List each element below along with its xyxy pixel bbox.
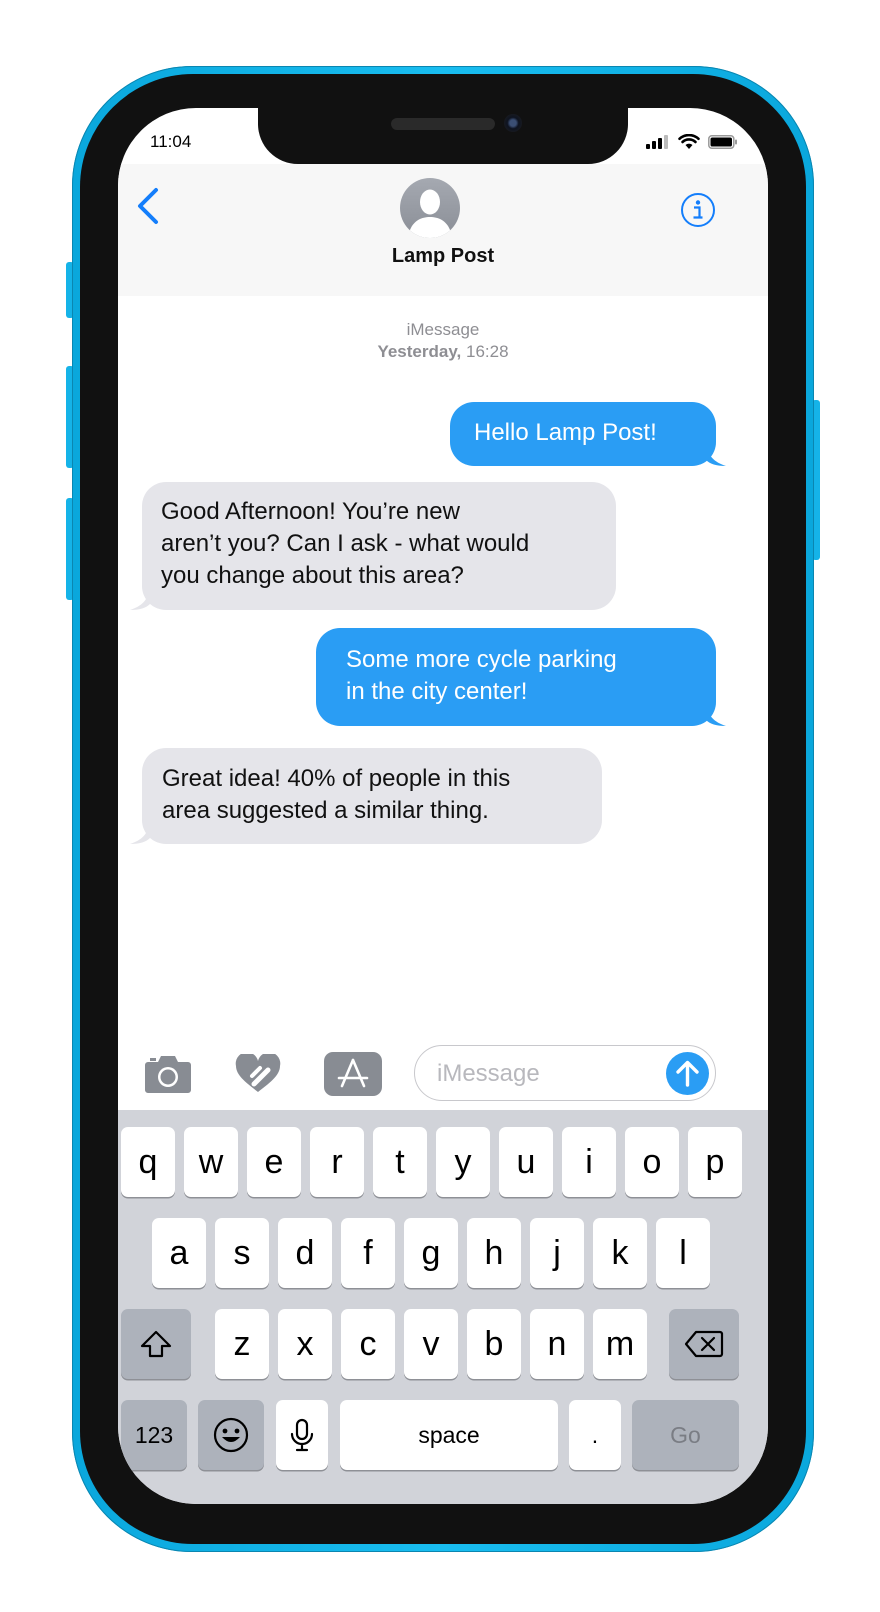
key-z[interactable]: z (215, 1309, 269, 1379)
key-g[interactable]: g (404, 1218, 458, 1288)
key-h[interactable]: h (467, 1218, 521, 1288)
message-line: Hello Lamp Post! (474, 419, 657, 446)
camera-icon[interactable] (144, 1052, 192, 1094)
digital-touch-heart-icon[interactable] (234, 1054, 282, 1094)
message-line: aren’t you? Can I ask - what would (161, 530, 530, 557)
key-l[interactable]: l (656, 1218, 710, 1288)
earpiece-speaker (391, 118, 495, 130)
message-line: Great idea! 40% of people in this (162, 765, 511, 792)
front-camera-icon (504, 114, 522, 132)
message-input-placeholder: iMessage (437, 1060, 540, 1087)
keyboard: q w e r t y u i o p a s d f g h j k l z … (118, 1110, 768, 1504)
message-bubble-incoming[interactable]: Great idea! 40% of people in this area s… (142, 748, 602, 844)
info-icon[interactable] (680, 192, 716, 228)
key-s[interactable]: s (215, 1218, 269, 1288)
status-time: 11:04 (150, 132, 192, 151)
status-icons (646, 134, 738, 150)
key-u[interactable]: u (499, 1127, 553, 1197)
key-f[interactable]: f (341, 1218, 395, 1288)
message-line: Good Afternoon! You’re new (161, 498, 460, 525)
delete-backward-icon (684, 1330, 724, 1358)
microphone-icon (290, 1418, 314, 1452)
go-key[interactable]: Go (632, 1400, 739, 1470)
person-silhouette-icon (408, 189, 452, 238)
key-j[interactable]: j (530, 1218, 584, 1288)
key-o[interactable]: o (625, 1127, 679, 1197)
message-line: area suggested a similar thing. (162, 797, 489, 824)
message-bubble-outgoing[interactable]: Some more cycle parking in the city cent… (316, 628, 716, 726)
contact-name[interactable]: Lamp Post (118, 245, 768, 268)
message-line: in the city center! (346, 678, 528, 705)
key-c[interactable]: c (341, 1309, 395, 1379)
emoji-face-icon (213, 1417, 249, 1453)
key-i[interactable]: i (562, 1127, 616, 1197)
phone-screen: 11:04 Lamp Post iMessage Yesterday, 16:2… (118, 108, 768, 1504)
timestamp-time: 16:28 (465, 342, 509, 361)
message-bubble-incoming[interactable]: Good Afternoon! You’re new aren’t you? C… (142, 482, 616, 610)
key-t[interactable]: t (373, 1127, 427, 1197)
cellular-signal-icon (646, 135, 668, 149)
shift-arrow-icon (140, 1330, 172, 1358)
arrow-up-icon (676, 1060, 699, 1087)
emoji-key[interactable] (198, 1400, 264, 1470)
key-w[interactable]: w (184, 1127, 238, 1197)
key-q[interactable]: q (121, 1127, 175, 1197)
service-label: iMessage (406, 320, 480, 339)
key-x[interactable]: x (278, 1309, 332, 1379)
battery-icon (708, 135, 737, 149)
back-chevron-icon[interactable] (132, 182, 164, 230)
bubble-tail-incoming (130, 822, 150, 844)
message-bubble-outgoing[interactable]: Hello Lamp Post! (450, 402, 716, 466)
bubble-tail-outgoing (706, 704, 726, 726)
contact-avatar[interactable] (400, 178, 460, 238)
shift-key[interactable] (121, 1309, 191, 1379)
wifi-icon (678, 134, 700, 149)
key-y[interactable]: y (436, 1127, 490, 1197)
message-line: Some more cycle parking (346, 646, 617, 673)
thread-timestamp: Yesterday, 16:28 (118, 342, 768, 362)
period-key[interactable]: . (569, 1400, 621, 1470)
key-r[interactable]: r (310, 1127, 364, 1197)
timestamp-day: Yesterday, (377, 342, 462, 361)
key-e[interactable]: e (247, 1127, 301, 1197)
key-v[interactable]: v (404, 1309, 458, 1379)
notch (258, 108, 628, 164)
numbers-key[interactable]: 123 (121, 1400, 187, 1470)
key-a[interactable]: a (152, 1218, 206, 1288)
app-store-icon[interactable] (324, 1052, 382, 1096)
backspace-key[interactable] (669, 1309, 739, 1379)
message-input[interactable]: iMessage (414, 1045, 716, 1101)
message-line: you change about this area? (161, 562, 464, 589)
key-n[interactable]: n (530, 1309, 584, 1379)
bubble-tail-outgoing (706, 444, 726, 466)
key-k[interactable]: k (593, 1218, 647, 1288)
space-key[interactable]: space (340, 1400, 558, 1470)
key-b[interactable]: b (467, 1309, 521, 1379)
send-button[interactable] (666, 1052, 709, 1095)
key-m[interactable]: m (593, 1309, 647, 1379)
dictation-key[interactable] (276, 1400, 328, 1470)
bubble-tail-incoming (130, 588, 150, 610)
key-d[interactable]: d (278, 1218, 332, 1288)
key-p[interactable]: p (688, 1127, 742, 1197)
